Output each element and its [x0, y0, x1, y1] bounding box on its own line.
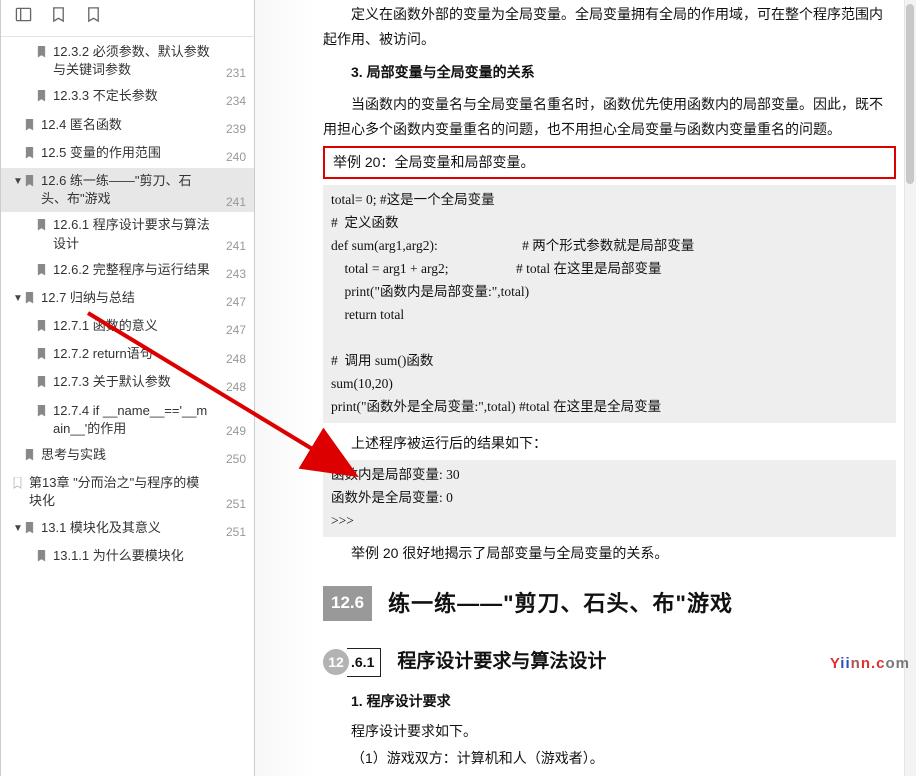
bookmark-marker-icon [37, 347, 49, 365]
toc-page-number: 247 [226, 322, 246, 339]
toc-item[interactable]: ▶第13章 "分而治之"与程序的模块化251 [1, 470, 254, 514]
toc-label: 思考与实践 [41, 446, 250, 464]
bookmark-marker-icon [25, 521, 37, 539]
toc-page-number: 248 [226, 351, 246, 368]
toc-page-number: 241 [226, 238, 246, 255]
toc-label: 12.7.4 if __name__=='__main__'的作用 [53, 402, 250, 438]
bookmark-marker-icon [37, 375, 49, 393]
toc-item[interactable]: ▶12.7.3 关于默认参数248 [1, 369, 254, 397]
toc-item[interactable]: ▼ 12.6 练一练——"剪刀、石头、布"游戏241 [1, 168, 254, 212]
toc-item[interactable]: ▶12.5 变量的作用范围240 [1, 140, 254, 168]
toc-label: 12.6.2 完整程序与运行结果 [53, 261, 250, 279]
section-heading-row: 12.6 练一练——"剪刀、石头、布"游戏 [323, 584, 896, 624]
toc-item[interactable]: ▶12.6.1 程序设计要求与算法设计241 [1, 212, 254, 256]
toc-item[interactable]: ▶12.6.2 完整程序与运行结果243 [1, 257, 254, 285]
bookmark-marker-icon [37, 89, 49, 107]
bookmark-marker-icon [25, 146, 37, 164]
toc-page-number: 243 [226, 266, 246, 283]
toc-page-number: 239 [226, 121, 246, 138]
subsection-title: 程序设计要求与算法设计 [397, 645, 606, 679]
bookmark-marker-icon [25, 118, 37, 136]
toc-item[interactable]: ▶12.3.2 必须参数、默认参数与关键词参数231 [1, 39, 254, 83]
toc-page-number: 249 [226, 423, 246, 440]
paragraph: 定义在函数外部的变量为全局变量。全局变量拥有全局的作用域，可在整个程序范围内起作… [323, 2, 896, 52]
bookmark-marker-icon [37, 404, 49, 422]
bookmark-marker-icon [37, 45, 49, 63]
sub-heading: 3. 局部变量与全局变量的关系 [323, 60, 896, 85]
toc-sidebar: ▶12.3.2 必须参数、默认参数与关键词参数231▶12.3.3 不定长参数2… [0, 0, 255, 776]
toc-label: 12.3.3 不定长参数 [53, 87, 250, 105]
bookmark-marker-icon [13, 476, 25, 494]
toc-page-number: 251 [226, 524, 246, 541]
toc-label: 13.1.1 为什么要模块化 [53, 547, 250, 565]
section-number: 12.6 [323, 586, 372, 621]
toc-item[interactable]: ▶12.7.1 函数的意义247 [1, 313, 254, 341]
toc-item[interactable]: ▶思考与实践250 [1, 442, 254, 470]
toc-page-number: 231 [226, 65, 246, 82]
bookmark-marker-icon [37, 218, 49, 236]
list-item: （1）游戏双方：计算机和人（游戏者）。 [323, 746, 896, 771]
toc-label: 12.3.2 必须参数、默认参数与关键词参数 [53, 43, 250, 79]
toc-item[interactable]: ▼ 13.1 模块化及其意义251 [1, 515, 254, 543]
toc-label: 第13章 "分而治之"与程序的模块化 [29, 474, 250, 510]
toc-page-number: 248 [226, 379, 246, 396]
toc-page-number: 240 [226, 149, 246, 166]
bookmark-icon[interactable] [50, 6, 67, 28]
paragraph: 当函数内的变量名与全局变量名重名时，函数优先使用函数内的局部变量。因此，既不用担… [323, 92, 896, 142]
toc-item[interactable]: ▶12.7.4 if __name__=='__main__'的作用249 [1, 398, 254, 442]
caret-icon[interactable]: ▼ [13, 292, 23, 306]
bookmark-outline-icon[interactable] [85, 6, 102, 28]
paragraph: 举例 20 很好地揭示了局部变量与全局变量的关系。 [323, 541, 896, 566]
subsection-heading-row: 12 .6.1 程序设计要求与算法设计 [323, 645, 896, 679]
toc-tree[interactable]: ▶12.3.2 必须参数、默认参数与关键词参数231▶12.3.3 不定长参数2… [1, 37, 254, 776]
toc-label: 12.7.1 函数的意义 [53, 317, 250, 335]
bookmark-marker-icon [37, 263, 49, 281]
toc-label: 12.7.2 return语句 [53, 345, 250, 363]
panel-icon[interactable] [15, 6, 32, 28]
toc-item[interactable]: ▶12.7.2 return语句248 [1, 341, 254, 369]
paragraph: 上述程序被运行后的结果如下： [323, 431, 896, 456]
requirement-heading: 1. 程序设计要求 [323, 689, 896, 714]
toc-label: 12.7 归纳与总结 [41, 289, 250, 307]
toc-item[interactable]: ▼ 12.7 归纳与总结247 [1, 285, 254, 313]
paragraph: 程序设计要求如下。 [323, 719, 896, 744]
caret-icon[interactable]: ▼ [13, 522, 23, 536]
toc-label: 12.6 练一练——"剪刀、石头、布"游戏 [41, 172, 250, 208]
page-content: 定义在函数外部的变量为全局变量。全局变量拥有全局的作用域，可在整个程序范围内起作… [255, 0, 916, 776]
toc-page-number: 250 [226, 451, 246, 468]
sidebar-toolbar [1, 0, 254, 37]
output-block: 函数内是局部变量: 30 函数外是全局变量: 0 >>> [323, 460, 896, 537]
toc-page-number: 241 [226, 194, 246, 211]
bookmark-marker-icon [25, 174, 37, 192]
toc-page-number: 234 [226, 93, 246, 110]
toc-label: 12.7.3 关于默认参数 [53, 373, 250, 391]
bookmark-marker-icon [25, 291, 37, 309]
section-title: 练一练——"剪刀、石头、布"游戏 [388, 584, 733, 624]
bookmark-marker-icon [25, 448, 37, 466]
subsection-number: 12 .6.1 [323, 648, 381, 677]
bookmark-marker-icon [37, 549, 49, 567]
toc-label: 12.6.1 程序设计要求与算法设计 [53, 216, 250, 252]
caret-icon[interactable]: ▼ [13, 175, 23, 189]
toc-item[interactable]: ▶12.4 匿名函数239 [1, 112, 254, 140]
code-block: total= 0; #这是一个全局变量 # 定义函数 def sum(arg1,… [323, 185, 896, 422]
toc-label: 12.5 变量的作用范围 [41, 144, 250, 162]
example-callout: 举例 20：全局变量和局部变量。 [323, 146, 896, 179]
toc-page-number: 247 [226, 294, 246, 311]
toc-item[interactable]: ▶12.3.3 不定长参数234 [1, 83, 254, 111]
toc-page-number: 251 [226, 496, 246, 513]
toc-item[interactable]: ▶13.1.1 为什么要模块化 [1, 543, 254, 571]
toc-label: 12.4 匿名函数 [41, 116, 250, 134]
bookmark-marker-icon [37, 319, 49, 337]
toc-label: 13.1 模块化及其意义 [41, 519, 250, 537]
